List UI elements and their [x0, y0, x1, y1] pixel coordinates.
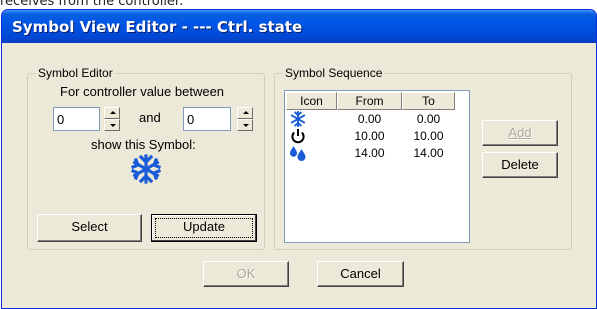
ok-button[interactable]: OK [203, 261, 289, 287]
ok-button-label: OK [236, 266, 256, 281]
to-value-input[interactable] [183, 107, 231, 131]
symbol-editor-group: Symbol Editor For controller value betwe… [27, 66, 265, 250]
update-button-label: Update [183, 219, 225, 234]
update-button[interactable]: Update [151, 214, 257, 242]
from-spin-down-button[interactable] [104, 119, 120, 131]
row-from-value: 14.00 [354, 146, 385, 160]
symbol-sequence-group: Symbol Sequence Icon From To 0.00 0.00 1… [274, 66, 572, 250]
snowflake-icon [290, 111, 306, 127]
list-item[interactable]: 0.00 0.00 [286, 111, 456, 128]
column-header-to[interactable]: To [402, 92, 455, 110]
select-button-label: Select [71, 219, 108, 234]
add-button-label: Add [508, 125, 532, 140]
window-title: Symbol View Editor - --- Ctrl. state [12, 18, 303, 36]
column-header-from[interactable]: From [337, 92, 402, 110]
from-value-input[interactable] [53, 107, 100, 131]
delete-button-label: Delete [501, 157, 539, 172]
list-item[interactable]: 14.00 14.00 [286, 145, 456, 162]
row-to-value: 14.00 [413, 146, 444, 160]
to-spin-down-button[interactable] [237, 119, 253, 131]
cancel-button-label: Cancel [340, 266, 381, 281]
row-from-value: 10.00 [354, 129, 385, 143]
power-icon [290, 128, 306, 144]
symbol-view-editor-dialog: Symbol View Editor - --- Ctrl. state Sym… [1, 9, 597, 309]
symbol-editor-legend: Symbol Editor [36, 66, 115, 80]
title-bar[interactable]: Symbol View Editor - --- Ctrl. state [2, 10, 596, 43]
snowflake-icon [130, 154, 162, 184]
to-value-spinner[interactable] [237, 107, 253, 131]
list-item[interactable]: 10.00 10.00 [286, 128, 456, 145]
column-header-icon[interactable]: Icon [286, 92, 337, 110]
cancel-button[interactable]: Cancel [317, 261, 404, 287]
background-text: receives from the controller. [0, 0, 184, 9]
to-spin-up-button[interactable] [237, 107, 253, 119]
from-spin-up-button[interactable] [104, 107, 120, 119]
row-to-value: 0.00 [416, 112, 441, 126]
select-button[interactable]: Select [37, 214, 142, 242]
delete-button[interactable]: Delete [482, 152, 558, 178]
and-label: and [139, 110, 161, 125]
add-button[interactable]: Add [482, 120, 558, 146]
row-from-value: 0.00 [357, 112, 382, 126]
water-drops-icon [289, 145, 307, 161]
range-label: For controller value between [60, 84, 225, 99]
symbol-sequence-legend: Symbol Sequence [283, 66, 385, 80]
from-value-spinner[interactable] [104, 107, 120, 131]
symbol-sequence-list[interactable]: Icon From To 0.00 0.00 10.00 10.00 14.00… [284, 90, 470, 243]
row-to-value: 10.00 [413, 129, 444, 143]
show-symbol-label: show this Symbol: [91, 137, 196, 152]
